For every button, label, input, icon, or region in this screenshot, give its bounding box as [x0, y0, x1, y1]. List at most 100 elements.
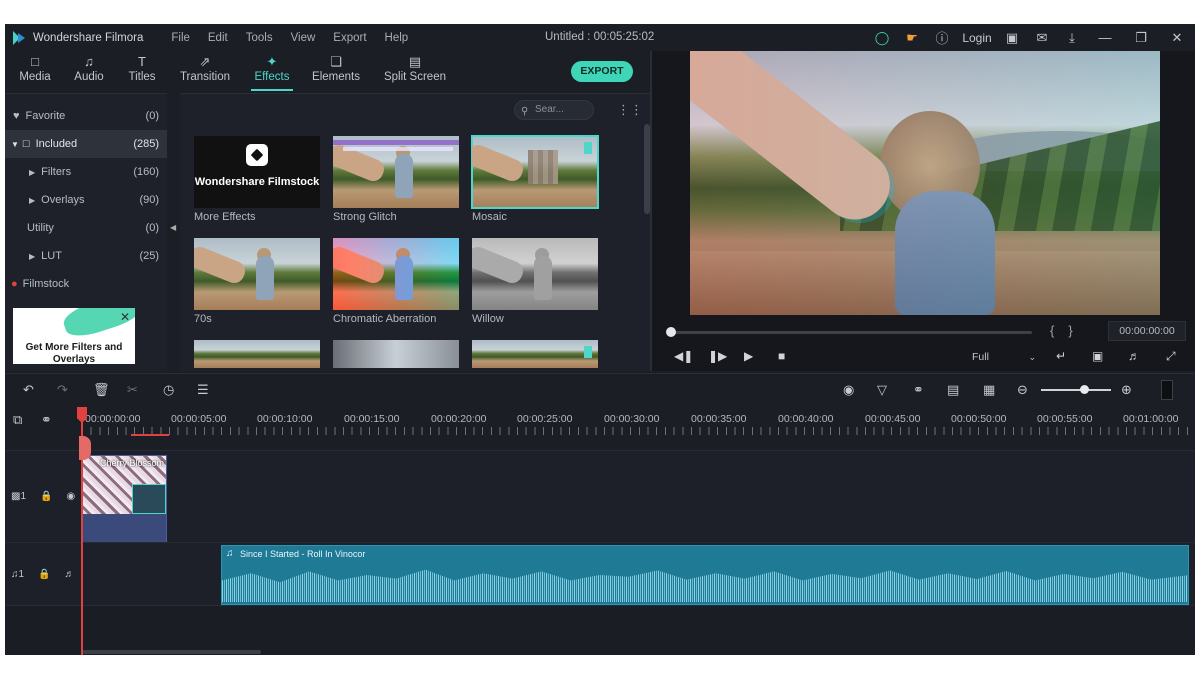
close-icon[interactable]: ✕: [1159, 30, 1195, 46]
menu-tools[interactable]: Tools: [246, 32, 273, 44]
effect-card-partial[interactable]: [194, 340, 320, 368]
play-pause-icon[interactable]: ❚▶: [708, 349, 727, 363]
delete-icon[interactable]: 🗑: [93, 382, 110, 398]
library-item-filters[interactable]: ▶ Filters (160): [5, 158, 167, 186]
headset-icon[interactable]: ◯: [867, 30, 897, 46]
close-icon[interactable]: ✕: [120, 310, 130, 324]
add-track-icon[interactable]: ⧉: [13, 412, 22, 428]
ruler-label: 00:00:40:00: [778, 413, 834, 425]
promo-banner[interactable]: ✕ Get More Filters and Overlays: [13, 308, 135, 364]
library-item-label: Filmstock: [22, 278, 70, 290]
search-placeholder: Sear...: [535, 104, 564, 115]
snapshot-to-timeline-icon[interactable]: ↵: [1056, 349, 1066, 363]
search-input[interactable]: ⚲ Sear...: [514, 100, 594, 120]
timeline-ruler[interactable]: ⧉ ⚭ 00:00:00:00 00:00:05:00 00:00:10:00 …: [5, 405, 1195, 437]
download-icon[interactable]: ⤓: [1057, 30, 1087, 46]
quality-dropdown[interactable]: Full ⌄: [968, 348, 1040, 366]
menu-edit[interactable]: Edit: [208, 32, 228, 44]
menu-help[interactable]: Help: [385, 32, 409, 44]
audio-track-header: ♫1 🔒 ♬: [5, 543, 81, 605]
timeline-scrollbar[interactable]: [81, 650, 261, 654]
link-icon[interactable]: ⚭: [41, 412, 52, 428]
effect-card-70s[interactable]: 70s: [194, 238, 320, 325]
effect-card-strong-glitch[interactable]: Strong Glitch: [333, 136, 459, 223]
zoom-out-icon[interactable]: ⊖: [1017, 382, 1028, 398]
library-item-filmstock[interactable]: ● Filmstock: [5, 270, 167, 298]
dot-icon: ●: [11, 278, 18, 290]
cut-icon[interactable]: ✂: [127, 382, 138, 398]
folder-icon: □: [31, 54, 39, 69]
mail-icon[interactable]: ✉: [1027, 30, 1057, 46]
speed-icon[interactable]: ◷: [163, 382, 174, 398]
undo-icon[interactable]: ↶: [23, 382, 34, 398]
maximize-icon[interactable]: ❐: [1123, 30, 1159, 46]
menu-file[interactable]: File: [171, 32, 190, 44]
stop-icon[interactable]: ■: [778, 349, 785, 363]
redo-icon[interactable]: ↷: [57, 382, 68, 398]
thumbnail-view-icon[interactable]: ▦: [983, 382, 995, 398]
tab-label: Split Screen: [383, 71, 446, 83]
video-track-label: ▩1: [11, 491, 27, 502]
tab-effects[interactable]: ✦ Effects: [251, 51, 293, 93]
preview-scrub-bar[interactable]: [670, 331, 1032, 334]
effect-thumbnail: [194, 340, 320, 368]
audio-mixer-icon[interactable]: ▤: [947, 382, 959, 398]
tab-elements[interactable]: ❏ Elements: [311, 51, 361, 93]
login-button[interactable]: Login: [957, 31, 997, 45]
render-icon[interactable]: ◉: [843, 382, 854, 398]
marker-icon[interactable]: ▽: [877, 382, 887, 398]
tab-audio[interactable]: ♫ Audio: [71, 51, 107, 93]
adjust-icon[interactable]: ☰: [197, 382, 209, 398]
playhead-grip[interactable]: [79, 436, 91, 460]
volume-icon[interactable]: ♬: [1128, 349, 1140, 363]
preview-scrub-handle[interactable]: [666, 327, 676, 337]
library-item-label: Overlays: [41, 194, 85, 206]
speaker-icon[interactable]: ♬: [65, 569, 75, 580]
library-item-count: (25): [139, 250, 159, 262]
tab-transition[interactable]: ⇗ Transition: [177, 51, 233, 93]
library-item-overlays[interactable]: ▶ Overlays (90): [5, 186, 167, 214]
grid-view-icon[interactable]: ⋮⋮: [617, 102, 643, 118]
minimize-icon[interactable]: —: [1087, 30, 1123, 45]
tab-titles[interactable]: T Titles: [123, 51, 161, 93]
effect-card-partial[interactable]: [472, 340, 598, 368]
sidebar-collapse-handle[interactable]: ◀: [167, 93, 180, 371]
tab-media[interactable]: □ Media: [17, 51, 53, 93]
play-icon[interactable]: ▶: [744, 349, 753, 363]
effect-thumbnail: [472, 340, 598, 368]
save-icon[interactable]: ▣: [997, 30, 1027, 46]
lock-icon[interactable]: 🔒: [38, 569, 50, 580]
lock-icon[interactable]: 🔒: [40, 491, 52, 502]
effect-card-chromatic-aberration[interactable]: Chromatic Aberration: [333, 238, 459, 325]
tab-split-screen[interactable]: ▤ Split Screen: [383, 51, 447, 93]
ruler-label: 00:00:10:00: [257, 413, 313, 425]
effect-card-willow[interactable]: Willow: [472, 238, 598, 325]
zoom-slider-track[interactable]: [1041, 389, 1111, 391]
camera-icon[interactable]: ▣: [1092, 349, 1103, 363]
audio-clip[interactable]: ♫ Since I Started - Roll In Vinocor: [221, 545, 1189, 605]
previous-frame-icon[interactable]: ◀❚: [674, 349, 693, 363]
mark-in-out-icons[interactable]: {}: [1050, 323, 1087, 338]
library-item-lut[interactable]: ▶ LUT (25): [5, 242, 167, 270]
effect-card-partial[interactable]: [333, 340, 459, 368]
effect-card-more-effects[interactable]: Wondershare Filmstock More Effects: [194, 136, 320, 223]
menu-view[interactable]: View: [291, 32, 316, 44]
info-icon[interactable]: ⓘ: [927, 28, 957, 47]
menu-export[interactable]: Export: [333, 32, 366, 44]
zoom-in-icon[interactable]: ⊕: [1121, 382, 1132, 398]
preview-video: [690, 51, 1160, 315]
microphone-icon[interactable]: ⚭: [913, 382, 924, 398]
cart-icon[interactable]: ☛: [897, 30, 927, 46]
eye-icon[interactable]: ◉: [66, 491, 75, 502]
timeline-split-handle[interactable]: [1161, 380, 1173, 400]
library-item-utility[interactable]: Utility (0): [5, 214, 167, 242]
empty-track-area[interactable]: [5, 605, 1195, 655]
zoom-slider-handle[interactable]: [1080, 385, 1089, 394]
title-bar-actions: ◯ ☛ ⓘ Login ▣ ✉ ⤓ — ❐ ✕: [867, 24, 1195, 51]
effect-card-mosaic[interactable]: Mosaic: [471, 135, 599, 223]
fullscreen-icon[interactable]: ⤢: [1166, 349, 1176, 364]
video-clip[interactable]: Cherry Blossom: [81, 455, 167, 543]
library-item-included[interactable]: ▼ □ Included (285): [5, 130, 167, 158]
library-item-favorite[interactable]: ♥ Favorite (0): [5, 102, 167, 130]
export-button[interactable]: EXPORT: [571, 61, 633, 82]
